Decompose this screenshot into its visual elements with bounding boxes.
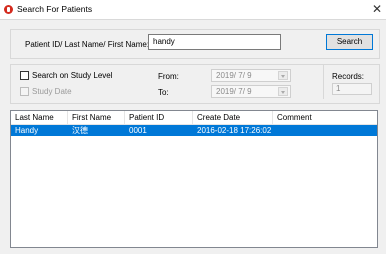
cell-first-name: 汉德	[72, 126, 88, 135]
search-button[interactable]: Search	[326, 34, 373, 50]
study-date-label: Study Date	[32, 87, 72, 96]
calendar-dropdown-icon[interactable]	[278, 87, 288, 96]
study-date-checkbox[interactable]	[20, 87, 29, 96]
app-logo-icon	[4, 5, 13, 14]
title-bar: Search For Patients ✕	[0, 0, 386, 20]
cell-create-date: 2016-02-18 17:26:02	[197, 126, 272, 135]
close-icon[interactable]: ✕	[370, 1, 384, 17]
table-header: Last Name First Name Patient ID Create D…	[11, 111, 377, 125]
filter-panel: Search on Study Level Study Date From: 2…	[10, 64, 380, 104]
study-level-label[interactable]: Search on Study Level	[32, 71, 113, 80]
to-date-value: 2019/ 7/ 9	[216, 87, 252, 96]
from-date-value: 2019/ 7/ 9	[216, 71, 252, 80]
column-header-create-date[interactable]: Create Date	[193, 111, 273, 124]
column-header-comment[interactable]: Comment	[273, 111, 377, 124]
study-level-checkbox[interactable]	[20, 71, 29, 80]
calendar-dropdown-icon[interactable]	[278, 71, 288, 80]
to-date-picker[interactable]: 2019/ 7/ 9	[211, 85, 291, 98]
from-date-picker[interactable]: 2019/ 7/ 9	[211, 69, 291, 82]
records-group: Records: 1	[323, 65, 375, 99]
cell-last-name: Handy	[15, 126, 39, 135]
patient-table[interactable]: Last Name First Name Patient ID Create D…	[10, 110, 378, 248]
search-input[interactable]: handy	[148, 34, 281, 50]
column-header-patient-id[interactable]: Patient ID	[125, 111, 193, 124]
window-title: Search For Patients	[17, 4, 93, 14]
table-row[interactable]: Handy 汉德 0001 2016-02-18 17:26:02	[11, 125, 377, 136]
search-label: Patient ID/ Last Name/ First Name:	[25, 40, 150, 49]
cell-comment	[273, 125, 377, 136]
records-label: Records:	[332, 72, 365, 81]
records-count: 1	[332, 83, 372, 95]
dialog-body: Patient ID/ Last Name/ First Name: handy…	[0, 20, 386, 254]
to-label: To:	[158, 88, 169, 97]
column-header-first-name[interactable]: First Name	[68, 111, 125, 124]
column-header-last-name[interactable]: Last Name	[11, 111, 68, 124]
search-panel: Patient ID/ Last Name/ First Name: handy…	[10, 29, 380, 59]
from-label: From:	[158, 72, 179, 81]
cell-patient-id: 0001	[129, 126, 147, 135]
